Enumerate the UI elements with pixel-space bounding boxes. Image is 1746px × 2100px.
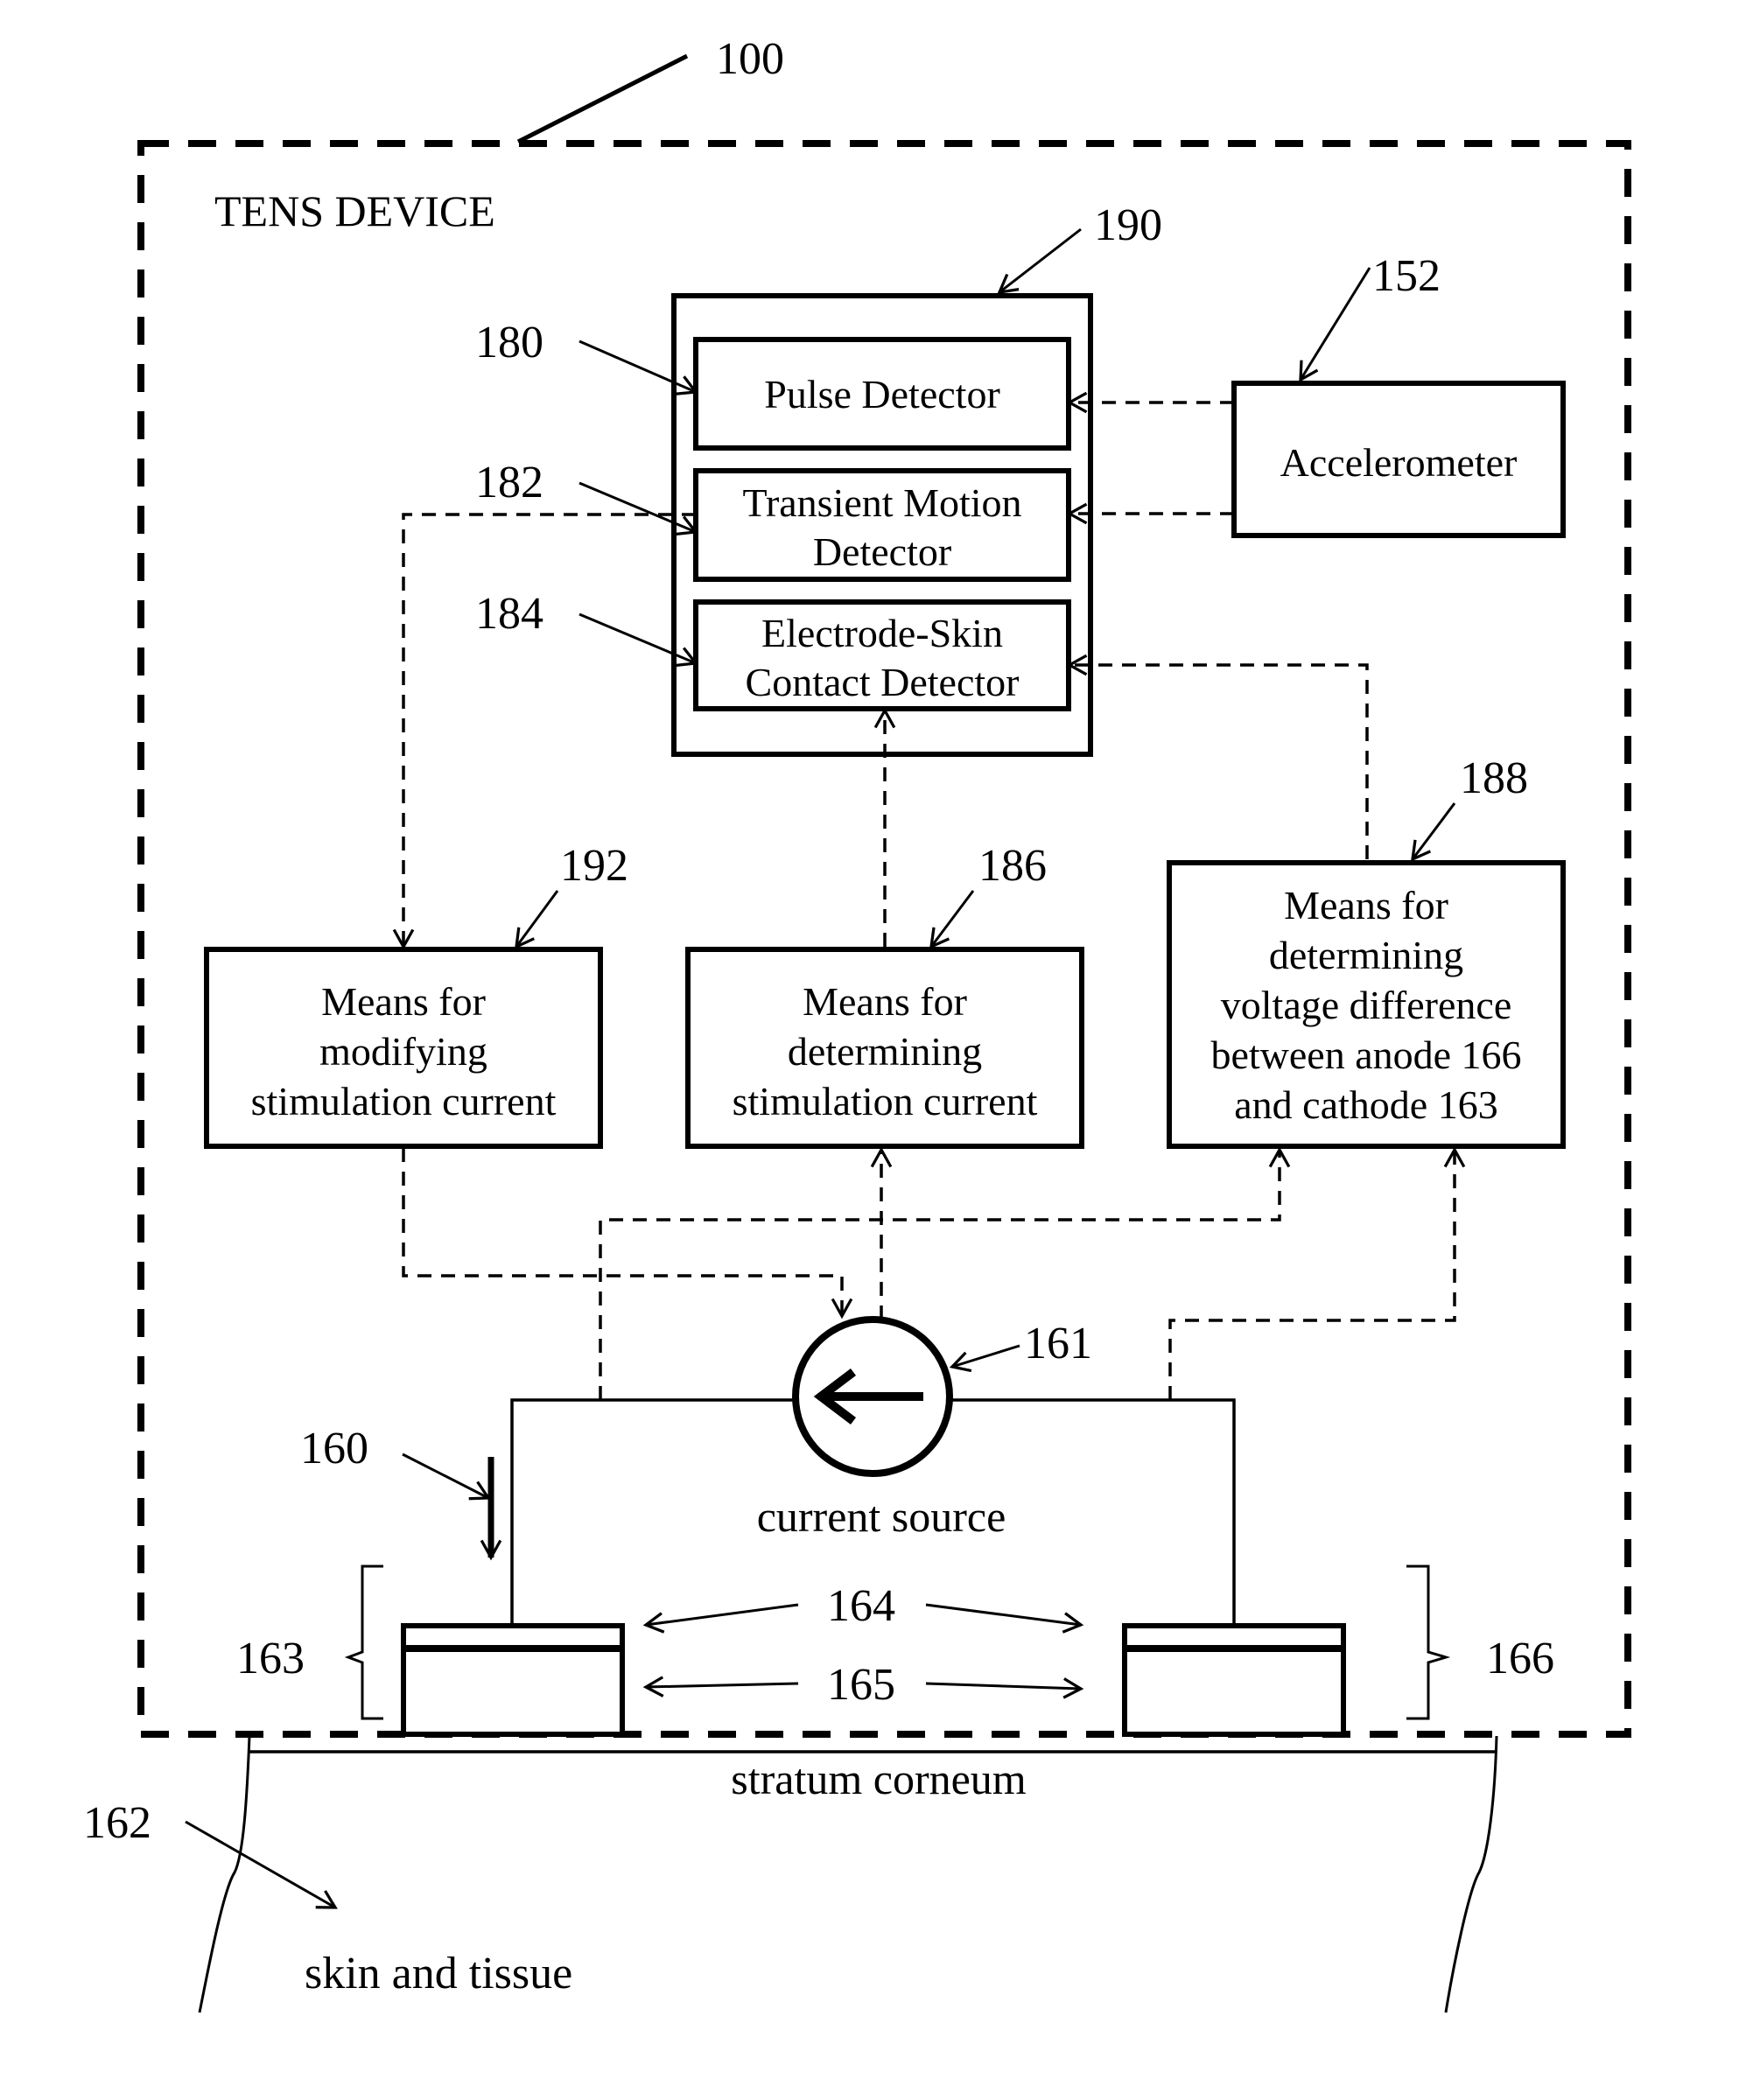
transient-motion-ref: 182	[475, 458, 543, 508]
anode-electrode	[1122, 1623, 1346, 1737]
layer-ref-165: 165	[827, 1660, 895, 1710]
means-determining-ref-arrow	[929, 890, 975, 949]
skin-tissue-ref: 162	[83, 1798, 151, 1848]
means-determining-line1: Means for	[803, 979, 967, 1024]
accelerometer-box: Accelerometer	[1231, 381, 1566, 538]
means-voltage-ref-arrow	[1410, 802, 1456, 862]
skin-right-edge	[1444, 1735, 1498, 2013]
means-determining-line2: determining	[788, 1029, 982, 1074]
anode-to-voltage-link	[1168, 1146, 1466, 1400]
means-voltage-line3: voltage difference	[1221, 983, 1511, 1027]
anode-bracket	[1406, 1564, 1451, 1720]
voltage-to-contact-link	[1066, 654, 1369, 859]
means-voltage-line5: and cathode 163	[1234, 1082, 1497, 1127]
means-modifying-ref: 192	[560, 841, 628, 891]
transient-to-modify-link	[392, 513, 696, 950]
electrode-skin-contact-detector-box: Electrode-Skin Contact Detector	[693, 599, 1071, 711]
means-modifying-line1: Means for	[321, 979, 486, 1024]
layer-164-arrow-right	[925, 1603, 1084, 1634]
layer-164-arrow-left	[642, 1603, 799, 1634]
anode-ref: 166	[1486, 1634, 1554, 1684]
tens-device-diagram: 100 TENS DEVICE 190 Pulse Detector Trans…	[83, 34, 1631, 2013]
detector-group-ref: 190	[1094, 200, 1162, 250]
means-determining-line3: stimulation current	[733, 1079, 1038, 1124]
layer-165-arrow-right	[925, 1677, 1084, 1699]
pulse-detector-label: Pulse Detector	[764, 372, 1000, 416]
transient-motion-label-line2: Detector	[813, 529, 951, 574]
transient-motion-detector-box: Transient Motion Detector	[693, 468, 1071, 582]
means-voltage-line1: Means for	[1284, 883, 1448, 928]
electrode-skin-label-line1: Electrode-Skin	[761, 611, 1003, 655]
cathode-electrode	[401, 1623, 625, 1737]
stratum-corneum-label: stratum corneum	[731, 1754, 1027, 1803]
modify-to-source-link	[402, 1148, 853, 1320]
pulse-detector-ref: 180	[475, 318, 543, 368]
means-modifying-ref-arrow	[515, 890, 559, 949]
cathode-bracket	[344, 1564, 383, 1720]
circuit-wire-left	[510, 1398, 796, 1626]
skin-tissue-label: skin and tissue	[305, 1949, 572, 1998]
means-modifying-line3: stimulation current	[251, 1079, 557, 1124]
accelerometer-label: Accelerometer	[1280, 440, 1518, 485]
pulse-detector-box: Pulse Detector	[693, 337, 1071, 451]
detector-group-ref-arrow	[997, 228, 1082, 295]
electrode-skin-label-line2: Contact Detector	[746, 660, 1020, 704]
means-modifying-line2: modifying	[319, 1029, 487, 1074]
means-determining-ref: 186	[978, 841, 1047, 891]
cathode-ref: 163	[236, 1634, 305, 1684]
current-source-label: current source	[757, 1492, 1006, 1541]
electrode-skin-ref: 184	[475, 589, 543, 639]
current-source-ref-arrow	[949, 1344, 1020, 1373]
means-voltage-ref: 188	[1460, 753, 1528, 803]
means-voltage-line2: determining	[1269, 933, 1463, 977]
circuit-ref: 160	[300, 1424, 368, 1474]
current-source	[792, 1316, 953, 1477]
figure-ref-leader	[516, 53, 689, 144]
means-voltage-line4: between anode 166	[1210, 1032, 1521, 1077]
means-determining-stimulation-box: Means for determining stimulation curren…	[685, 947, 1084, 1149]
accelerometer-ref-arrow	[1299, 267, 1371, 382]
circuit-ref-arrow	[402, 1452, 491, 1501]
layer-ref-164: 164	[827, 1581, 895, 1631]
skin-tissue-ref-arrow	[185, 1820, 338, 1909]
means-voltage-difference-box: Means for determining voltage difference…	[1167, 860, 1566, 1149]
current-source-ref: 161	[1024, 1319, 1092, 1368]
figure-ref-number: 100	[716, 34, 784, 84]
accelerometer-ref: 152	[1372, 251, 1441, 301]
means-modifying-stimulation-box: Means for modifying stimulation current	[204, 947, 603, 1149]
layer-165-arrow-left	[642, 1676, 799, 1698]
skin-left-edge	[198, 1735, 251, 2013]
transient-motion-label-line1: Transient Motion	[742, 480, 1021, 525]
tens-device-label: TENS DEVICE	[214, 186, 495, 235]
